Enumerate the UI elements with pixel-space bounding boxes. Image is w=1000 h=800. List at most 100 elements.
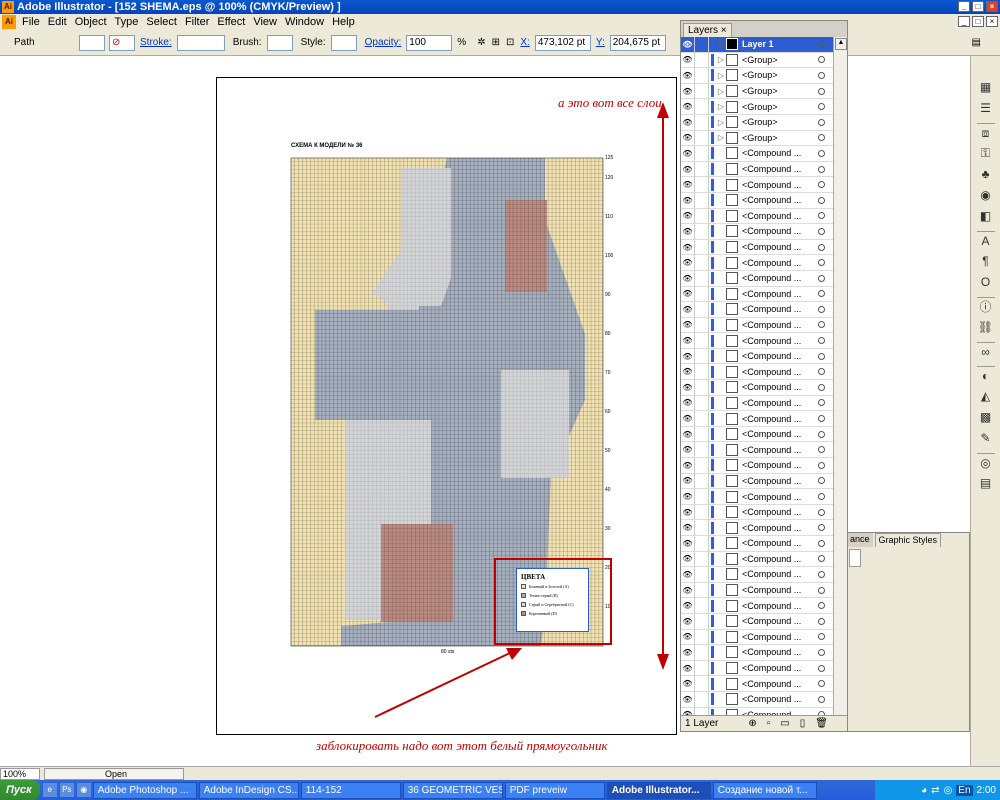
tray-security-icon[interactable]: ◎ — [944, 785, 953, 796]
visibility-eye-icon[interactable]: 👁 — [681, 37, 695, 52]
visibility-eye-icon[interactable]: 👁 — [681, 566, 695, 582]
target-circle-icon[interactable] — [818, 383, 825, 391]
visibility-eye-icon[interactable]: 👁 — [681, 551, 695, 567]
visibility-eye-icon[interactable]: 👁 — [681, 457, 695, 473]
lock-toggle[interactable] — [695, 37, 709, 52]
taskbar-item[interactable]: Adobe Illustrator... — [606, 781, 711, 799]
target-circle-icon[interactable] — [818, 321, 825, 329]
lock-toggle[interactable] — [695, 676, 709, 692]
swatches-icon[interactable]: ▩ — [976, 408, 995, 426]
y-label[interactable]: Y: — [596, 37, 605, 48]
sublayer-compound-row[interactable]: 👁 <Compound ... — [681, 255, 833, 271]
visibility-eye-icon[interactable]: 👁 — [681, 629, 695, 645]
expand-triangle-icon[interactable]: ▷ — [716, 118, 726, 127]
brushes-icon[interactable]: ✎ — [976, 429, 995, 447]
sublayer-compound-row[interactable]: 👁 <Compound ... — [681, 333, 833, 349]
sublayer-compound-row[interactable]: 👁 <Compound ... — [681, 582, 833, 599]
visibility-eye-icon[interactable]: 👁 — [681, 130, 695, 146]
visibility-eye-icon[interactable]: 👁 — [681, 192, 695, 208]
visibility-eye-icon[interactable]: 👁 — [681, 504, 695, 520]
expand-triangle-icon[interactable]: ▽ — [716, 40, 726, 49]
menu-edit[interactable]: Edit — [44, 16, 71, 28]
target-circle-icon[interactable] — [818, 56, 825, 64]
sublayer-compound-row[interactable]: 👁 <Compound ... — [681, 676, 833, 692]
visibility-eye-icon[interactable]: 👁 — [681, 598, 695, 614]
tab-appearance[interactable]: ance — [847, 533, 873, 547]
wand-icon[interactable]: ✲ — [477, 37, 485, 48]
lock-toggle[interactable] — [695, 411, 709, 427]
lock-toggle[interactable] — [695, 489, 709, 505]
lock-toggle[interactable] — [695, 644, 709, 660]
lock-toggle[interactable] — [695, 145, 709, 161]
sublayer-compound-row[interactable]: 👁 <Compound ... — [681, 520, 833, 536]
layers-dock-icon[interactable]: ▤ — [976, 474, 995, 492]
expand-triangle-icon[interactable]: ▷ — [716, 55, 726, 64]
lock-toggle[interactable] — [695, 426, 709, 442]
target-circle-icon[interactable] — [818, 524, 825, 532]
y-field[interactable]: 204,675 pt — [609, 34, 666, 51]
expand-triangle-icon[interactable]: ▷ — [716, 133, 726, 142]
menu-type[interactable]: Type — [111, 16, 143, 28]
transform-icon[interactable]: ⊡ — [506, 37, 514, 48]
sublayer-group-row[interactable]: 👁 ▷ <Group> — [681, 83, 833, 100]
paragraph-icon[interactable]: ¶ — [976, 252, 995, 270]
sublayer-group-row[interactable]: 👁 ▷ <Group> — [681, 52, 833, 69]
lock-toggle[interactable] — [695, 270, 709, 286]
sublayer-compound-row[interactable]: 👁 <Compound ... — [681, 239, 833, 256]
lock-toggle[interactable] — [695, 83, 709, 99]
links-icon[interactable]: ⛓ — [976, 318, 995, 336]
opentype-icon[interactable]: O — [976, 273, 995, 291]
sublayer-compound-row[interactable]: 👁 <Compound ... — [681, 161, 833, 178]
document-icon[interactable]: Ai — [2, 15, 16, 29]
target-circle-icon[interactable] — [818, 539, 825, 547]
menu-window[interactable]: Window — [281, 16, 328, 28]
visibility-eye-icon[interactable]: 👁 — [681, 489, 695, 505]
target-circle-icon[interactable] — [818, 446, 825, 454]
minimize-button[interactable]: _ — [958, 1, 970, 12]
sublayer-group-row[interactable]: 👁 ▷ <Group> — [681, 130, 833, 147]
lock-toggle[interactable] — [695, 177, 709, 193]
sublayer-compound-row[interactable]: 👁 <Compound ... — [681, 223, 833, 240]
visibility-eye-icon[interactable]: 👁 — [681, 333, 695, 349]
lock-toggle[interactable] — [695, 598, 709, 614]
lock-toggle[interactable] — [695, 67, 709, 83]
lock-toggle[interactable] — [695, 582, 709, 598]
lock-toggle[interactable] — [695, 239, 709, 255]
menu-help[interactable]: Help — [328, 16, 359, 28]
sublayer-compound-row[interactable]: 👁 <Compound ... — [681, 504, 833, 521]
target-circle-icon[interactable] — [818, 118, 825, 126]
sublayer-compound-row[interactable]: 👁 <Compound ... — [681, 301, 833, 318]
visibility-eye-icon[interactable]: 👁 — [681, 67, 695, 83]
lock-toggle[interactable] — [695, 364, 709, 380]
lock-toggle[interactable] — [695, 457, 709, 473]
sublayer-compound-row[interactable]: 👁 <Compound ... — [681, 613, 833, 630]
character-icon[interactable]: A — [976, 231, 995, 249]
photoshop-quicklaunch-icon[interactable]: Ps — [59, 783, 74, 797]
target-circle-icon[interactable] — [818, 337, 825, 345]
visibility-eye-icon[interactable]: 👁 — [681, 676, 695, 692]
target-circle-icon[interactable] — [818, 196, 825, 204]
visibility-eye-icon[interactable]: 👁 — [681, 99, 695, 115]
visibility-eye-icon[interactable]: 👁 — [681, 644, 695, 660]
zoom-field[interactable]: 100% — [0, 767, 40, 780]
lock-toggle[interactable] — [695, 551, 709, 567]
sublayer-compound-row[interactable]: 👁 <Compound ... — [681, 660, 833, 677]
taskbar-item[interactable]: Создание новой т... — [712, 781, 817, 799]
visibility-eye-icon[interactable]: 👁 — [681, 208, 695, 224]
sublayer-compound-row[interactable]: 👁 <Compound ... — [681, 426, 833, 443]
visibility-eye-icon[interactable]: 👁 — [681, 317, 695, 333]
lock-toggle[interactable] — [695, 286, 709, 302]
visibility-eye-icon[interactable]: 👁 — [681, 177, 695, 193]
navigator-icon[interactable]: ▦ — [976, 78, 995, 96]
target-circle-icon[interactable] — [818, 461, 825, 469]
visibility-eye-icon[interactable]: 👁 — [681, 286, 695, 302]
language-indicator[interactable]: En — [956, 784, 973, 796]
target-circle-icon[interactable] — [818, 227, 825, 235]
lock-toggle[interactable] — [695, 223, 709, 239]
sublayer-compound-row[interactable]: 👁 <Compound ... — [681, 566, 833, 583]
color-icon[interactable]: ◐ — [976, 366, 995, 384]
sublayer-compound-row[interactable]: 👁 <Compound ... — [681, 177, 833, 193]
target-circle-icon[interactable] — [818, 477, 825, 485]
visibility-eye-icon[interactable]: 👁 — [681, 223, 695, 239]
visibility-eye-icon[interactable]: 👁 — [681, 707, 695, 715]
